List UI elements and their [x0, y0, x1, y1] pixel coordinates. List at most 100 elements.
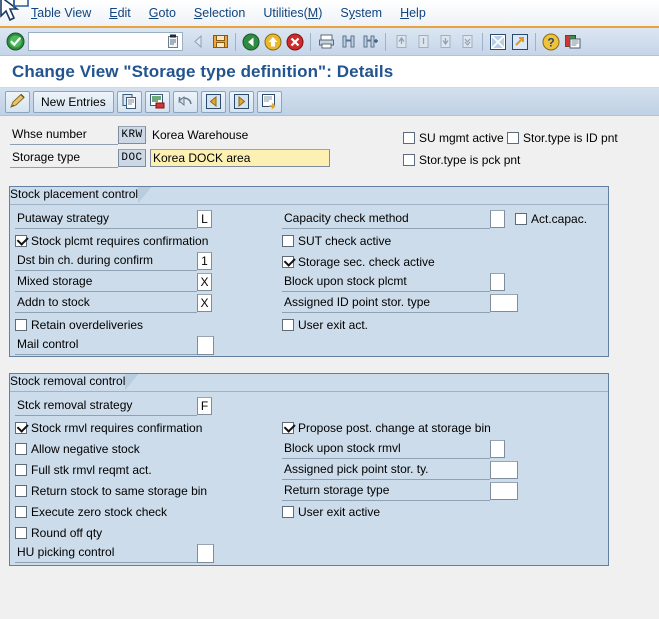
- whse-number-description: Korea Warehouse: [152, 127, 249, 142]
- command-field[interactable]: [28, 32, 183, 51]
- command-dropdown-icon[interactable]: [166, 34, 180, 52]
- capacity-check-method-input[interactable]: [490, 210, 505, 228]
- whse-number-input[interactable]: [118, 125, 146, 144]
- putaway-strategy-label: Putaway strategy: [15, 209, 197, 229]
- previous-entry-button[interactable]: [200, 90, 226, 113]
- return-storage-type-input[interactable]: [490, 482, 518, 500]
- help-button[interactable]: ?: [540, 31, 562, 53]
- whse-number-row: Whse number Korea Warehouse: [10, 124, 330, 145]
- checkbox-box[interactable]: [403, 131, 415, 144]
- putaway-strategy-input[interactable]: [197, 210, 212, 228]
- checkbox-box[interactable]: [15, 234, 27, 247]
- last-page-button[interactable]: [456, 31, 478, 53]
- exit-button[interactable]: [262, 31, 284, 53]
- checkbox-box[interactable]: [15, 318, 27, 331]
- menu-item-utilities[interactable]: Utilities(M): [254, 6, 331, 20]
- svg-text:?: ?: [547, 35, 554, 49]
- enter-button[interactable]: [4, 31, 26, 53]
- back-nav-button[interactable]: [187, 31, 209, 53]
- block-upon-stock-plcmt-label: Block upon stock plcmt: [282, 272, 490, 292]
- checkbox-box[interactable]: [507, 131, 520, 144]
- display-change-button[interactable]: [5, 90, 30, 113]
- assigned-id-point-input[interactable]: [490, 294, 518, 312]
- menu-item-table-view[interactable]: Table View: [22, 6, 100, 20]
- create-shortcut-button[interactable]: [509, 31, 531, 53]
- first-page-button[interactable]: [390, 31, 412, 53]
- checkbox-su-mgmt-active[interactable]: SU mgmt active: [403, 128, 504, 147]
- menu-item-edit[interactable]: Edit: [100, 6, 140, 20]
- cancel-button[interactable]: [284, 31, 306, 53]
- checkbox-user-exit-act[interactable]: User exit act.: [282, 315, 368, 334]
- dst-bin-ch-input[interactable]: [197, 252, 212, 270]
- checkbox-box[interactable]: [15, 463, 27, 476]
- checkbox-box[interactable]: [282, 318, 294, 331]
- other-entry-button[interactable]: [256, 90, 282, 113]
- customize-local-layout-button[interactable]: [562, 31, 584, 53]
- block-upon-stock-plcmt-input[interactable]: [490, 273, 505, 291]
- checkbox-box[interactable]: [403, 153, 415, 166]
- stck-removal-strategy-input[interactable]: [197, 397, 212, 415]
- block-upon-stock-rmvl-input[interactable]: [490, 440, 505, 458]
- menu-item-goto[interactable]: Goto: [140, 6, 185, 20]
- menu-item-selection[interactable]: Selection: [185, 6, 254, 20]
- previous-page-button[interactable]: [412, 31, 434, 53]
- save-button[interactable]: [209, 31, 231, 53]
- checkbox-allow-negative-stock[interactable]: Allow negative stock: [15, 439, 140, 458]
- checkbox-act-capac[interactable]: Act.capac.: [515, 210, 587, 229]
- find-next-button[interactable]: [359, 31, 381, 53]
- menu-item-help[interactable]: Help: [391, 6, 435, 20]
- print-button[interactable]: [315, 31, 337, 53]
- new-session-button[interactable]: [487, 31, 509, 53]
- assigned-pick-point-input[interactable]: [490, 461, 518, 479]
- checkbox-user-exit-active[interactable]: User exit active: [282, 502, 380, 521]
- checkbox-box[interactable]: [15, 421, 27, 434]
- storage-type-description-input[interactable]: [150, 148, 330, 167]
- checkbox-round-off-qty[interactable]: Round off qty: [15, 523, 102, 542]
- checkbox-stock-rmvl-requires-confirmation[interactable]: Stock rmvl requires confirmation: [15, 418, 202, 437]
- checkbox-full-stk-rmvl-reqmt-act[interactable]: Full stk rmvl reqmt act.: [15, 460, 152, 479]
- new-entries-button[interactable]: New Entries: [33, 90, 114, 113]
- next-page-button[interactable]: [434, 31, 456, 53]
- checkbox-retain-overdeliveries[interactable]: Retain overdeliveries: [15, 315, 143, 334]
- checkbox-box[interactable]: [282, 505, 294, 518]
- checkbox-propose-post-change-at-storage-bin[interactable]: Propose post. change at storage bin: [282, 418, 491, 437]
- whse-number-label: Whse number: [10, 125, 118, 145]
- checkbox-box[interactable]: [15, 442, 27, 455]
- checkbox-box[interactable]: [15, 484, 27, 497]
- checkbox-stock-plcmt-requires-confirmation[interactable]: Stock plcmt requires confirmation: [15, 231, 208, 250]
- checkbox-box[interactable]: [282, 234, 294, 247]
- delete-button[interactable]: [144, 90, 170, 113]
- checkbox-box[interactable]: [515, 213, 527, 225]
- group-body: Putaway strategy Stock plcmt requires co…: [10, 205, 608, 357]
- checkbox-stor-type-is-id-pnt[interactable]: Stor.type is ID pnt: [507, 128, 618, 147]
- back-button[interactable]: [240, 31, 262, 53]
- mail-control-input[interactable]: [197, 335, 214, 355]
- checkbox-box[interactable]: [282, 255, 294, 268]
- checkbox-box[interactable]: [282, 421, 294, 434]
- checkbox-stor-type-is-pck-pnt[interactable]: Stor.type is pck pnt: [403, 150, 520, 169]
- checkbox-execute-zero-stock-check[interactable]: Execute zero stock check: [15, 502, 167, 521]
- toolbar-divider: [385, 32, 386, 51]
- application-toolbar: New Entries: [0, 88, 659, 116]
- mixed-storage-label: Mixed storage: [15, 272, 197, 292]
- undo-button[interactable]: [172, 90, 198, 113]
- checkbox-sut-check-active[interactable]: SUT check active: [282, 231, 391, 250]
- checkbox-label: Act.capac.: [531, 212, 588, 226]
- mixed-storage-input[interactable]: [197, 273, 212, 291]
- copy-button[interactable]: [116, 90, 142, 113]
- addn-to-stock-input[interactable]: [197, 294, 212, 312]
- hu-picking-control-input[interactable]: [197, 543, 214, 563]
- group-stock-removal-control: Stock removal control Stck removal strat…: [9, 373, 609, 566]
- menu-item-system[interactable]: System: [331, 6, 391, 20]
- next-entry-button[interactable]: [228, 90, 254, 113]
- storage-type-input[interactable]: [118, 148, 146, 167]
- checkbox-box[interactable]: [15, 505, 27, 518]
- checkbox-label: Execute zero stock check: [31, 504, 168, 519]
- checkbox-label: SUT check active: [298, 233, 392, 248]
- checkbox-storage-sec-check-active[interactable]: Storage sec. check active: [282, 252, 435, 271]
- checkbox-box[interactable]: [15, 526, 27, 539]
- row-addn-to-stock: Addn to stock: [15, 293, 212, 313]
- checkbox-return-stock-to-same-storage-bin[interactable]: Return stock to same storage bin: [15, 481, 207, 500]
- command-input[interactable]: [29, 34, 161, 49]
- find-button[interactable]: [337, 31, 359, 53]
